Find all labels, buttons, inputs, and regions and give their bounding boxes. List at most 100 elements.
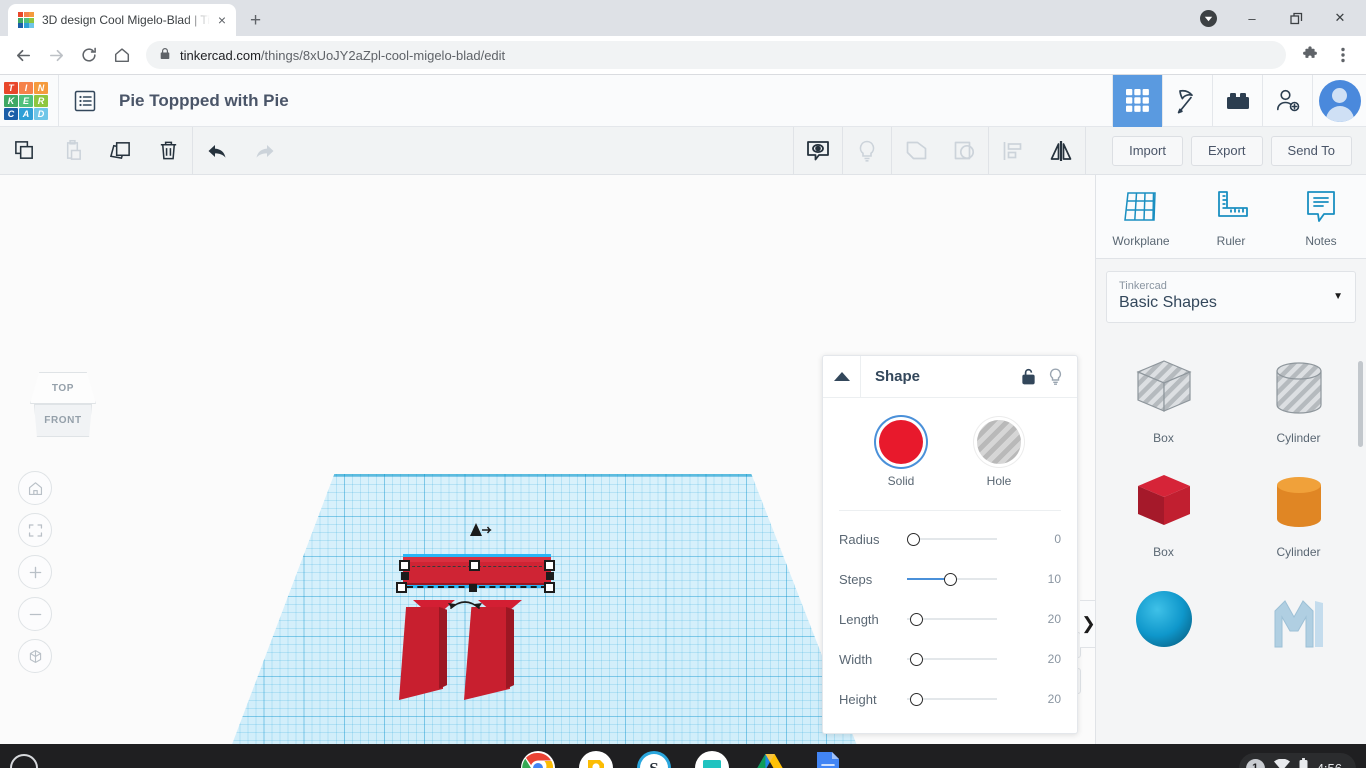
view-cube[interactable]: TOP FRONT <box>24 367 102 445</box>
grid-icon[interactable] <box>1112 74 1162 127</box>
shape-box-hole[interactable]: Box <box>1096 339 1231 453</box>
page-title: Pie Toppped with Pie <box>119 90 289 110</box>
shape-library-select[interactable]: Tinkercad Basic Shapes ▼ <box>1106 271 1356 323</box>
system-tray[interactable]: 1 4:56 <box>1238 752 1356 768</box>
lightbulb-icon[interactable] <box>1048 368 1063 386</box>
screen-app[interactable] <box>695 751 729 768</box>
resize-handle[interactable] <box>546 572 554 580</box>
resize-handle[interactable] <box>544 582 555 593</box>
chrome-app[interactable] <box>521 751 555 768</box>
view-cube-front[interactable]: FRONT <box>34 404 92 437</box>
length-slider[interactable] <box>907 612 997 626</box>
new-tab-button[interactable]: + <box>250 10 261 32</box>
launcher-icon[interactable] <box>10 754 38 768</box>
address-bar[interactable]: tinkercad.com/things/8xUoJY2aZpl-cool-mi… <box>146 41 1286 69</box>
window-close-button[interactable]: ✕ <box>1318 2 1362 34</box>
shape-box-red[interactable]: Box <box>1096 453 1231 567</box>
close-icon[interactable]: × <box>218 13 226 27</box>
browser-tab[interactable]: 3D design Cool Migelo-Blad | Tin × <box>8 4 236 36</box>
rotate-handle-top[interactable] <box>460 522 492 544</box>
shape-cylinder-orange[interactable]: Cylinder <box>1231 453 1366 567</box>
panel-collapse-tab[interactable]: ❯ <box>1080 600 1095 648</box>
brick-icon[interactable] <box>1212 74 1262 127</box>
drive-app[interactable] <box>753 751 787 768</box>
tinkercad-logo-icon[interactable]: T I N K E R C A D <box>4 81 48 120</box>
redo-icon[interactable] <box>241 127 289 175</box>
copy-icon[interactable] <box>0 127 48 175</box>
system-taskbar: S 1 <box>0 744 1366 768</box>
selected-shape-object[interactable] <box>396 523 555 609</box>
sidebar-scrollbar[interactable] <box>1358 361 1363 447</box>
duplicate-icon[interactable] <box>96 127 144 175</box>
wifi-icon[interactable] <box>1273 758 1290 768</box>
send-to-button[interactable]: Send To <box>1270 135 1352 166</box>
chevron-down-icon: ▼ <box>1333 290 1343 302</box>
address-text: tinkercad.com/things/8xUoJY2aZpl-cool-mi… <box>180 48 505 63</box>
export-button[interactable]: Export <box>1190 135 1263 166</box>
trash-icon[interactable] <box>144 127 192 175</box>
width-slider[interactable] <box>907 652 997 666</box>
pickaxe-icon[interactable] <box>1162 74 1212 127</box>
rotate-handle-bottom[interactable] <box>445 594 485 618</box>
notes-tool[interactable]: Notes <box>1276 175 1366 258</box>
chevron-up-icon[interactable] <box>823 355 861 398</box>
undo-icon[interactable] <box>193 127 241 175</box>
three-dots-icon[interactable] <box>1328 40 1358 70</box>
mirror-icon[interactable] <box>1037 127 1085 175</box>
paste-icon[interactable] <box>48 127 96 175</box>
shape-inspector-panel: Shape Solid Hole Radius 0 Steps 10 Lengt… <box>822 355 1078 734</box>
group-icon[interactable] <box>892 127 940 175</box>
zoom-in-button[interactable] <box>18 555 52 589</box>
perspective-toggle-button[interactable] <box>18 639 52 673</box>
keep-app[interactable] <box>579 751 613 768</box>
puzzle-icon[interactable] <box>1295 40 1325 70</box>
hole-swatch[interactable]: Hole <box>977 420 1021 488</box>
docs-app[interactable] <box>811 751 845 768</box>
3d-viewport[interactable]: Workplane <box>0 175 1095 744</box>
fit-view-button[interactable] <box>18 513 52 547</box>
unlock-icon[interactable] <box>1021 368 1036 386</box>
download-icon[interactable] <box>1186 2 1230 34</box>
notification-count[interactable]: 1 <box>1245 758 1265 768</box>
shape-sphere-blue[interactable] <box>1096 567 1231 667</box>
view-cube-top[interactable]: TOP <box>30 372 96 404</box>
lightbulb-icon[interactable] <box>843 127 891 175</box>
solid-swatch[interactable]: Solid <box>879 420 923 488</box>
workplane-tool[interactable]: Workplane <box>1096 175 1186 258</box>
clock[interactable]: 4:56 <box>1317 761 1342 768</box>
list-icon[interactable] <box>59 75 111 127</box>
resize-handle[interactable] <box>399 560 410 571</box>
ruler-tool[interactable]: Ruler <box>1186 175 1276 258</box>
show-hide-icon[interactable] <box>794 127 842 175</box>
workplane-grid[interactable] <box>183 474 907 744</box>
height-slider[interactable] <box>907 692 997 706</box>
forward-button[interactable] <box>41 40 71 70</box>
shape-library-grid[interactable]: Box Cylinder Box Cylinder <box>1096 335 1366 744</box>
property-row-height: Height 20 <box>823 679 1077 719</box>
resize-handle[interactable] <box>396 582 407 593</box>
battery-icon[interactable] <box>1299 757 1308 768</box>
align-icon[interactable] <box>989 127 1037 175</box>
resize-handle[interactable] <box>469 560 480 571</box>
radius-slider[interactable] <box>907 532 997 546</box>
resize-handle[interactable] <box>544 560 555 571</box>
restore-button[interactable] <box>1274 2 1318 34</box>
import-button[interactable]: Import <box>1112 135 1183 166</box>
home-view-button[interactable] <box>18 471 52 505</box>
shape-roof-blue[interactable] <box>1231 567 1366 667</box>
skype-app[interactable]: S <box>637 751 671 768</box>
shape-label: Cylinder <box>1276 431 1321 445</box>
shape-properties: Radius 0 Steps 10 Length 20 Width 20 Hei… <box>823 511 1077 733</box>
steps-slider[interactable] <box>907 572 997 586</box>
shape-cylinder-hole[interactable]: Cylinder <box>1231 339 1366 453</box>
home-button[interactable] <box>107 40 137 70</box>
resize-handle[interactable] <box>401 572 409 580</box>
add-user-icon[interactable] <box>1262 74 1312 127</box>
back-button[interactable] <box>8 40 38 70</box>
ungroup-icon[interactable] <box>940 127 988 175</box>
resize-handle[interactable] <box>469 584 477 592</box>
zoom-out-button[interactable] <box>18 597 52 631</box>
minimize-button[interactable]: – <box>1230 2 1274 34</box>
avatar[interactable] <box>1312 74 1366 127</box>
reload-button[interactable] <box>74 40 104 70</box>
